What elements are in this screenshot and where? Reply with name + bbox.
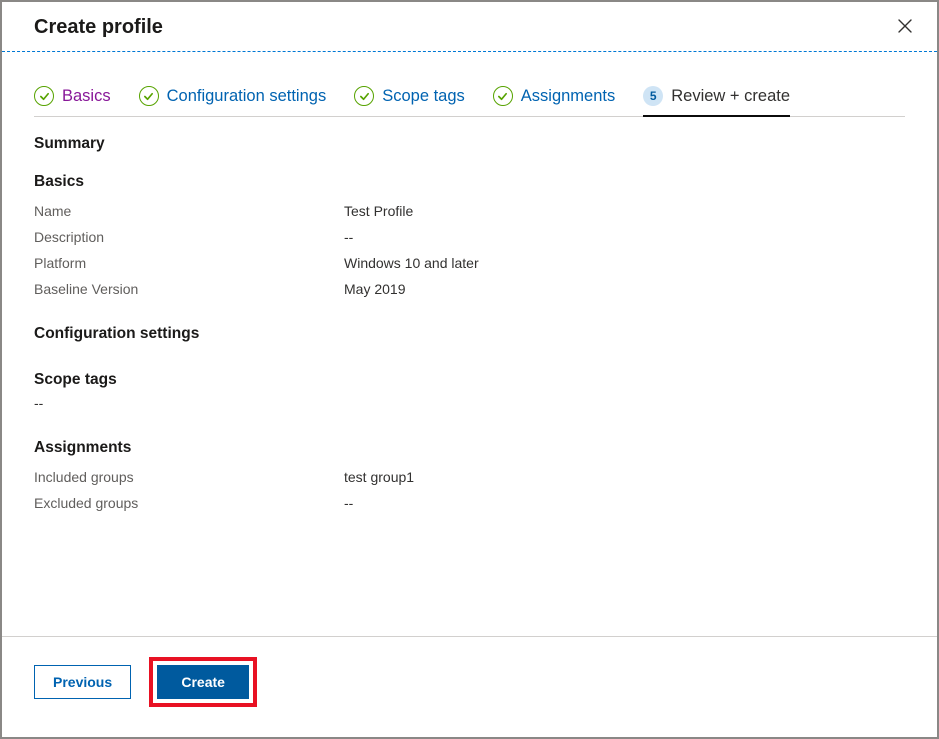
assignments-row-excluded: Excluded groups -- (34, 495, 905, 511)
basics-val: Test Profile (344, 203, 413, 219)
create-profile-panel: Create profile Basics Configuration sett… (0, 0, 939, 739)
check-icon (493, 86, 513, 106)
assignments-key: Included groups (34, 469, 344, 485)
assignments-row-included: Included groups test group1 (34, 469, 905, 485)
panel-footer: Previous Create (2, 636, 937, 737)
basics-key: Baseline Version (34, 281, 344, 297)
basics-row-baseline: Baseline Version May 2019 (34, 281, 905, 297)
tab-assignments[interactable]: Assignments (493, 80, 615, 116)
tab-label: Assignments (521, 87, 615, 106)
check-icon (354, 86, 374, 106)
close-icon[interactable] (893, 14, 917, 41)
tab-label: Scope tags (382, 87, 465, 106)
tab-review-create[interactable]: 5 Review + create (643, 80, 790, 116)
basics-val: Windows 10 and later (344, 255, 479, 271)
tab-basics[interactable]: Basics (34, 80, 111, 116)
basics-heading: Basics (34, 173, 905, 191)
tab-label: Basics (62, 87, 111, 106)
summary-heading: Summary (34, 135, 905, 153)
basics-row-name: Name Test Profile (34, 203, 905, 219)
scope-empty-value: -- (34, 395, 905, 411)
create-button-highlight: Create (149, 657, 257, 707)
panel-title: Create profile (34, 16, 163, 39)
basics-val: May 2019 (344, 281, 405, 297)
tab-configuration-settings[interactable]: Configuration settings (139, 80, 327, 116)
tab-label: Review + create (671, 87, 790, 106)
basics-row-platform: Platform Windows 10 and later (34, 255, 905, 271)
basics-row-description: Description -- (34, 229, 905, 245)
create-button[interactable]: Create (157, 665, 249, 699)
config-heading: Configuration settings (34, 325, 905, 343)
step-number: 5 (643, 86, 663, 106)
assignments-heading: Assignments (34, 439, 905, 457)
basics-key: Description (34, 229, 344, 245)
basics-val: -- (344, 229, 353, 245)
tab-scope-tags[interactable]: Scope tags (354, 80, 465, 116)
assignments-key: Excluded groups (34, 495, 344, 511)
wizard-tabs: Basics Configuration settings Scope tags… (34, 80, 905, 117)
check-icon (34, 86, 54, 106)
basics-key: Platform (34, 255, 344, 271)
panel-header: Create profile (2, 2, 937, 51)
scope-heading: Scope tags (34, 371, 905, 389)
tab-label: Configuration settings (167, 87, 327, 106)
assignments-val: -- (344, 495, 353, 511)
basics-key: Name (34, 203, 344, 219)
panel-content: Basics Configuration settings Scope tags… (2, 52, 937, 636)
assignments-val: test group1 (344, 469, 414, 485)
previous-button[interactable]: Previous (34, 665, 131, 699)
check-icon (139, 86, 159, 106)
